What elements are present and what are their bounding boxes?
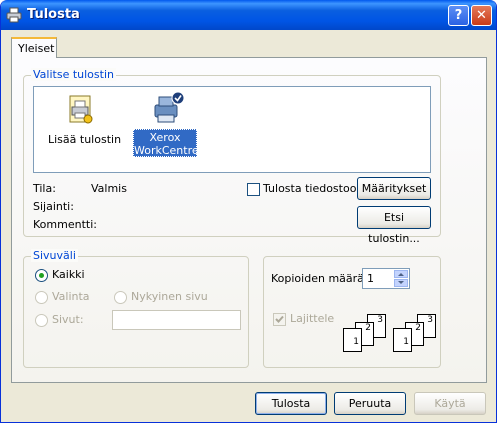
printer-icon bbox=[154, 91, 185, 123]
comment-label: Kommentti: bbox=[33, 218, 97, 231]
status-value: Valmis bbox=[91, 182, 127, 195]
collate-set-1: 3 2 1 bbox=[343, 312, 391, 352]
copies-input[interactable]: 1 bbox=[362, 268, 410, 289]
collate-checkbox[interactable] bbox=[273, 313, 286, 326]
title-bar[interactable]: Tulosta ? ✕ bbox=[1, 0, 496, 30]
printer-group-label: Valitse tulostin bbox=[31, 68, 116, 81]
cancel-button-label: Peruuta bbox=[348, 397, 392, 410]
current-page-label[interactable]: Nykyinen sivu bbox=[131, 290, 208, 303]
checkmark-icon bbox=[275, 315, 284, 323]
printer-title-icon bbox=[6, 7, 22, 23]
copies-label: Kopioiden määrä: bbox=[271, 272, 368, 285]
arrow-up-icon bbox=[398, 273, 404, 276]
find-printer-button-label: Etsi tulostin... bbox=[368, 211, 420, 245]
close-button[interactable]: ✕ bbox=[471, 5, 492, 26]
collate-page-number: 2 bbox=[365, 323, 371, 333]
print-button-label: Tulosta bbox=[271, 397, 311, 410]
copies-spin-up[interactable] bbox=[394, 270, 408, 278]
copies-spin-down[interactable] bbox=[394, 279, 408, 287]
tab-general[interactable]: Yleiset bbox=[11, 37, 57, 58]
print-to-file-label[interactable]: Tulosta tiedostoon bbox=[263, 182, 363, 195]
collate-page: 1 bbox=[393, 328, 412, 352]
all-pages-radio[interactable] bbox=[35, 269, 48, 282]
apply-button[interactable]: Käytä bbox=[414, 392, 486, 415]
copies-value: 1 bbox=[367, 272, 374, 285]
pages-input[interactable] bbox=[112, 310, 241, 330]
apply-button-label: Käytä bbox=[434, 397, 466, 410]
location-label: Sijainti: bbox=[33, 200, 74, 213]
current-page-radio[interactable] bbox=[114, 291, 127, 304]
pages-radio[interactable] bbox=[35, 314, 48, 327]
close-icon: ✕ bbox=[476, 8, 487, 23]
collate-label[interactable]: Lajittele bbox=[290, 312, 334, 325]
collate-page-number: 1 bbox=[403, 337, 409, 347]
all-pages-label[interactable]: Kaikki bbox=[52, 268, 85, 281]
add-printer-label: Lisää tulostin bbox=[48, 133, 122, 146]
preferences-button-label: Määritykset bbox=[361, 182, 427, 195]
pages-label[interactable]: Sivut: bbox=[52, 313, 84, 326]
collate-set-2: 3 2 1 bbox=[393, 312, 441, 352]
find-printer-button[interactable]: Etsi tulostin... bbox=[357, 206, 431, 245]
collate-page-number: 1 bbox=[353, 337, 359, 347]
add-printer-item[interactable]: Lisää tulostin bbox=[44, 91, 124, 151]
preferences-button[interactable]: Määritykset bbox=[357, 177, 431, 200]
printer-item-xerox[interactable]: Xerox WorkCentre bbox=[133, 91, 204, 159]
printer-list[interactable]: Lisää tulostin Xerox WorkCentre bbox=[33, 86, 431, 173]
print-dialog: Tulosta ? ✕ Yleiset Valitse tulostin Lis… bbox=[0, 0, 497, 423]
printer-name-line1: Xerox bbox=[149, 131, 181, 144]
selection-radio[interactable] bbox=[35, 291, 48, 304]
window-title: Tulosta bbox=[27, 7, 80, 22]
print-to-file-checkbox[interactable] bbox=[247, 183, 260, 196]
collate-page: 1 bbox=[343, 328, 362, 352]
collate-illustration: 3 2 1 3 2 1 bbox=[343, 312, 439, 352]
printer-name-line2: WorkCentre bbox=[134, 144, 199, 157]
page-range-label: Sivuväli bbox=[31, 249, 78, 262]
selection-label[interactable]: Valinta bbox=[52, 290, 90, 303]
status-label: Tila: bbox=[33, 182, 56, 195]
collate-page-number: 2 bbox=[415, 323, 421, 333]
collate-page-number: 3 bbox=[427, 315, 433, 325]
print-button[interactable]: Tulosta bbox=[255, 392, 327, 415]
printer-item-selected-label: Xerox WorkCentre bbox=[133, 129, 199, 157]
tab-general-label: Yleiset bbox=[18, 42, 55, 55]
add-printer-icon bbox=[69, 95, 93, 124]
help-icon: ? bbox=[454, 8, 463, 23]
arrow-down-icon bbox=[398, 281, 404, 284]
cancel-button[interactable]: Peruuta bbox=[334, 392, 406, 415]
help-button[interactable]: ? bbox=[448, 5, 469, 26]
collate-page-number: 3 bbox=[377, 315, 383, 325]
